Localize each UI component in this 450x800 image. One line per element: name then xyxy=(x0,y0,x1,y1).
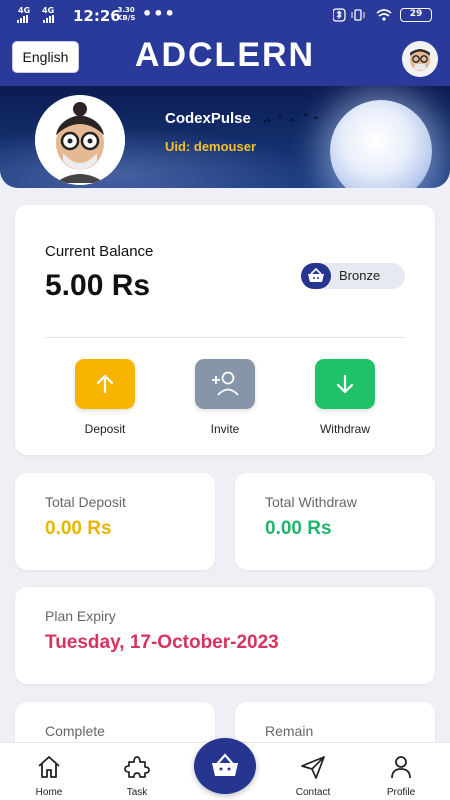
signal-bars-2-icon xyxy=(43,15,54,23)
more-notifications: ••• xyxy=(142,4,176,23)
bluetooth-icon xyxy=(333,8,346,22)
basket-icon xyxy=(301,263,331,289)
add-user-icon xyxy=(212,371,239,396)
network-speed: 3.30 KB/S xyxy=(117,6,135,22)
profile-avatar-image xyxy=(35,95,125,185)
nav-profile[interactable]: Profile xyxy=(371,753,431,798)
invite-label: Invite xyxy=(210,422,240,436)
balance-label: Current Balance xyxy=(45,243,154,260)
home-icon xyxy=(38,756,60,778)
tier-label: Bronze xyxy=(339,268,381,283)
nav-task-label: Task xyxy=(126,787,148,798)
plan-expiry-label: Plan Expiry xyxy=(45,608,116,624)
invite-action[interactable]: Invite xyxy=(195,359,255,436)
nav-task[interactable]: Task xyxy=(107,753,167,798)
total-withdraw-card: Total Withdraw 0.00 Rs xyxy=(235,473,435,570)
deposit-label: Deposit xyxy=(84,422,126,436)
user-icon xyxy=(391,756,411,779)
total-withdraw-value: 0.00 Rs xyxy=(265,518,332,539)
nav-home-label: Home xyxy=(35,787,63,798)
total-deposit-card: Total Deposit 0.00 Rs xyxy=(15,473,215,570)
signal-bars-icon xyxy=(17,15,28,23)
battery-indicator: 29 xyxy=(400,8,432,22)
withdraw-label: Withdraw xyxy=(319,422,370,436)
deposit-action[interactable]: Deposit xyxy=(75,359,135,436)
basket-icon xyxy=(212,753,238,776)
app-title: ADCLERN xyxy=(134,36,316,74)
withdraw-button[interactable] xyxy=(315,359,375,409)
remain-label: Remain xyxy=(265,723,314,739)
plan-expiry-value: Tuesday, 17-October-2023 xyxy=(45,632,279,653)
signal-1-label: 4G xyxy=(18,6,31,15)
status-right-icons xyxy=(333,8,392,22)
nav-contact[interactable]: Contact xyxy=(283,753,343,798)
total-deposit-label: Total Deposit xyxy=(45,494,126,510)
moon-decoration xyxy=(330,100,432,188)
vibrate-icon xyxy=(351,9,365,21)
total-withdraw-label: Total Withdraw xyxy=(265,494,357,510)
header-avatar[interactable] xyxy=(402,41,438,77)
profile-banner: CodexPulse Uid: demouser xyxy=(0,86,450,188)
center-basket-button[interactable] xyxy=(194,738,256,794)
nav-profile-label: Profile xyxy=(386,787,416,798)
arrow-up-icon xyxy=(96,374,114,394)
nav-home[interactable]: Home xyxy=(19,753,79,798)
wifi-icon xyxy=(376,9,392,21)
invite-button[interactable] xyxy=(195,359,255,409)
app-header: English ADCLERN xyxy=(0,30,450,86)
withdraw-action[interactable]: Withdraw xyxy=(315,359,375,436)
nav-contact-label: Contact xyxy=(295,787,331,798)
user-id: Uid: demouser xyxy=(165,139,257,154)
total-deposit-value: 0.00 Rs xyxy=(45,518,112,539)
deposit-button[interactable] xyxy=(75,359,135,409)
complete-label: Complete xyxy=(45,723,105,739)
network-speed-unit: KB/S xyxy=(117,14,136,22)
status-bar: 4G 4G 12:26 3.30 KB/S ••• 29 xyxy=(0,0,450,30)
birds-decoration xyxy=(263,113,319,123)
network-speed-value: 3.30 xyxy=(117,6,135,14)
balance-card: Current Balance 5.00 Rs Bronze Deposit I… xyxy=(15,205,435,455)
profile-avatar[interactable] xyxy=(35,95,125,185)
divider xyxy=(45,337,405,338)
puzzle-icon xyxy=(124,756,150,778)
clock: 12:26 xyxy=(73,7,121,25)
username: CodexPulse xyxy=(165,110,251,127)
arrow-down-icon xyxy=(336,374,354,394)
avatar-image xyxy=(402,41,438,77)
signal-2-label: 4G xyxy=(42,6,55,15)
balance-value: 5.00 Rs xyxy=(45,269,151,302)
plan-expiry-card: Plan Expiry Tuesday, 17-October-2023 xyxy=(15,587,435,684)
send-icon xyxy=(301,756,325,779)
tier-badge: Bronze xyxy=(301,263,405,289)
